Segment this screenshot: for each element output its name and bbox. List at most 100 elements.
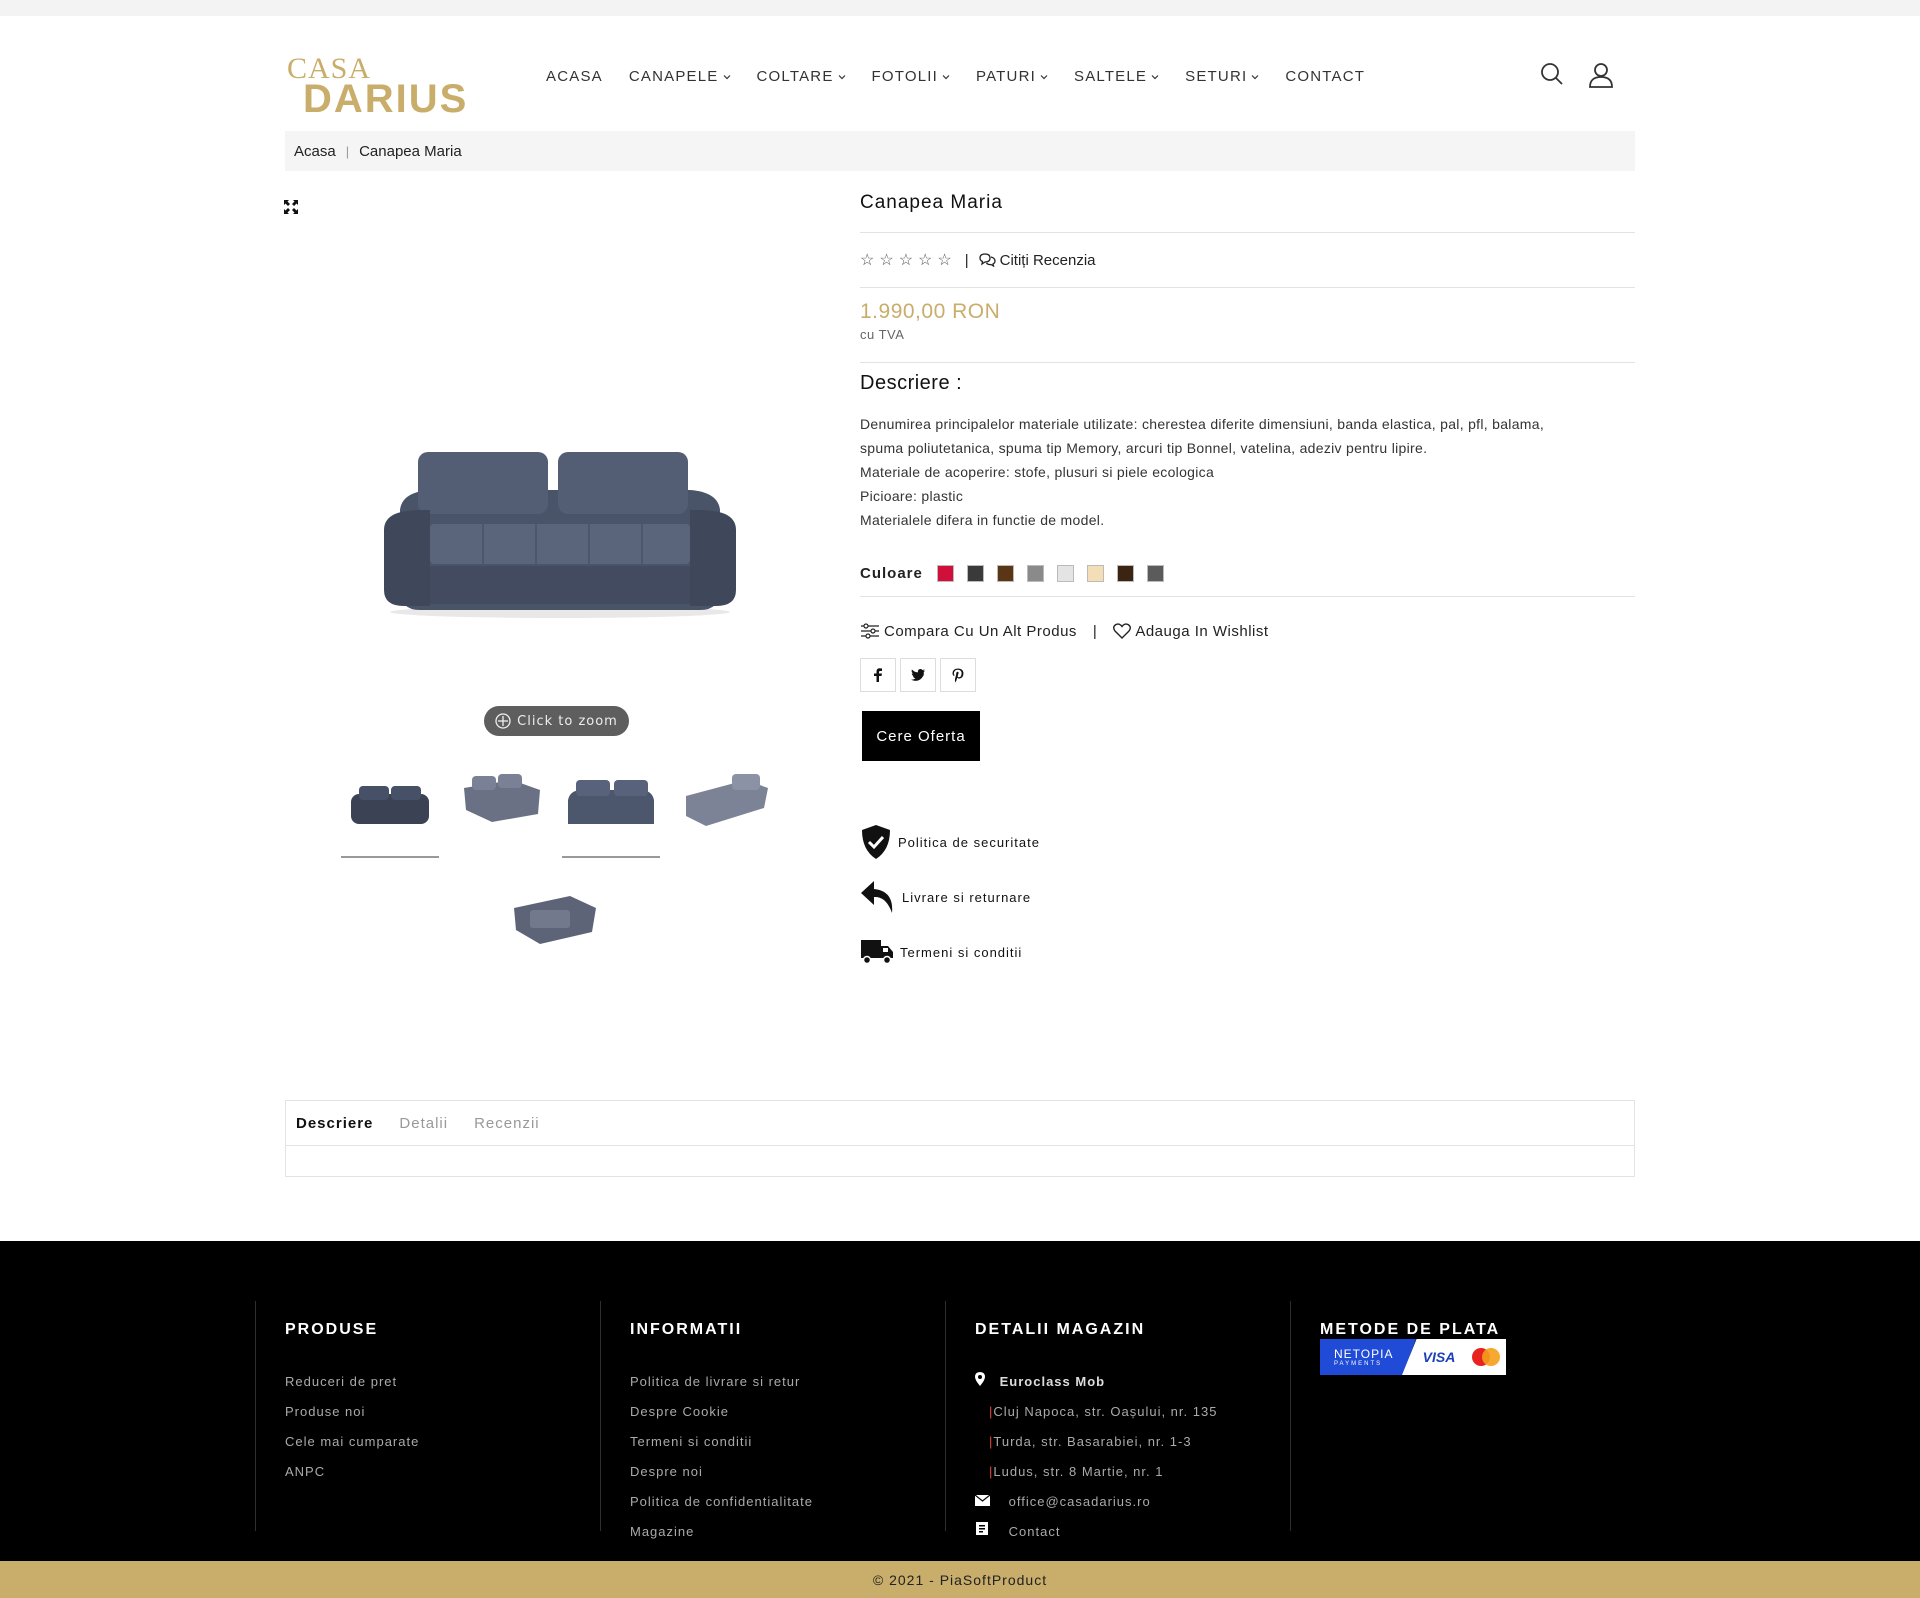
tab-detalii[interactable]: Detalii [399, 1115, 448, 1132]
store-address-text: Cluj Napoca, str. Oașului, nr. 135 [993, 1404, 1218, 1419]
read-reviews-link[interactable]: Citiți Recenzia [1000, 252, 1096, 269]
footer-link[interactable]: Despre noi [630, 1457, 930, 1487]
product-thumbnail[interactable] [506, 880, 604, 950]
breadcrumb: Acasa | Canapea Maria [285, 131, 1635, 171]
color-swatches [936, 565, 1177, 582]
product-actions: Compara Cu Un Alt Produs | Adauga In Wis… [860, 622, 1269, 640]
nav-item-fotolii[interactable]: FOTOLII [872, 68, 950, 85]
footer-link[interactable]: Despre Cookie [630, 1397, 930, 1427]
nav-item-saltele[interactable]: SALTELE [1074, 68, 1159, 85]
footer-link[interactable]: ANPC [285, 1457, 585, 1487]
nav-item-coltare[interactable]: COLTARE [757, 68, 846, 85]
user-icon[interactable] [1588, 62, 1614, 88]
feature-terms[interactable]: Termeni si conditii [860, 938, 1022, 966]
store-email[interactable]: office@casadarius.ro [1009, 1494, 1151, 1509]
nav-item-acasa[interactable]: ACASA [546, 68, 603, 85]
column-divider [945, 1301, 946, 1531]
product-thumbnail[interactable] [676, 766, 774, 836]
delivery-truck-icon [861, 940, 893, 965]
star-icon: ☆ [879, 252, 894, 269]
rating-stars: ☆ ☆ ☆ ☆ ☆ [860, 250, 957, 270]
footer-link[interactable]: Magazine [630, 1517, 930, 1547]
zoom-label: Click to zoom [517, 713, 618, 729]
breadcrumb-home[interactable]: Acasa [294, 143, 336, 160]
footer-link[interactable]: Politica de confidentialitate [630, 1487, 930, 1517]
compare-icon [861, 623, 879, 639]
search-icon[interactable] [1540, 62, 1564, 86]
store-address-text: Turda, str. Basarabiei, nr. 1-3 [993, 1434, 1192, 1449]
pinterest-share-button[interactable] [940, 658, 976, 692]
chevron-down-icon [723, 74, 730, 79]
nav-item-paturi[interactable]: PATURI [976, 68, 1048, 85]
color-swatch[interactable] [1116, 565, 1134, 582]
store-contact-link[interactable]: Contact [1009, 1524, 1061, 1539]
tab-descriere[interactable]: Descriere [296, 1115, 373, 1132]
footer-payment-column: METODE DE PLATA [1290, 1301, 1620, 1531]
color-label: Culoare [860, 565, 923, 582]
feature-delivery-returns[interactable]: Livrare si returnare [860, 879, 1031, 915]
nav-item-seturi[interactable]: SETURI [1185, 68, 1259, 85]
compare-link[interactable]: Compara Cu Un Alt Produs [884, 623, 1077, 640]
store-name: Euroclass Mob [999, 1374, 1106, 1389]
footer-link[interactable]: Cele mai cumparate [285, 1427, 585, 1457]
color-swatch[interactable] [1056, 565, 1074, 582]
description-text: Denumirea principalelor materiale utiliz… [860, 412, 1620, 532]
request-offer-button[interactable]: Cere Oferta [862, 711, 980, 761]
payment-methods-banner: NETOPIA PAYMENTS VISA [1320, 1339, 1520, 1375]
store-email-row[interactable]: office@casadarius.ro [974, 1487, 1275, 1517]
footer-heading: INFORMATII [630, 1321, 743, 1338]
nav-item-canapele[interactable]: CANAPELE [629, 68, 731, 85]
color-swatch[interactable] [1026, 565, 1044, 582]
product-thumbnail[interactable] [562, 770, 660, 840]
breadcrumb-current: Canapea Maria [359, 142, 462, 160]
column-divider [600, 1301, 601, 1531]
copyright-text: © 2021 - PiaSoftProduct [872, 1571, 1048, 1588]
copyright-bar: © 2021 - PiaSoftProduct [0, 1561, 1920, 1598]
expand-icon[interactable] [284, 200, 298, 214]
footer-link[interactable]: Reduceri de pret [285, 1367, 585, 1397]
column-divider [255, 1301, 256, 1531]
nav-item-contact[interactable]: CONTACT [1285, 68, 1365, 85]
color-swatch[interactable] [966, 565, 984, 582]
divider [860, 232, 1635, 233]
divider [860, 287, 1635, 288]
store-name-row: Euroclass Mob [975, 1367, 1275, 1397]
color-swatch[interactable] [1146, 565, 1164, 582]
site-footer: PRODUSE Reduceri de pret Produse noi Cele … [0, 1241, 1920, 1561]
nav-item-label: COLTARE [756, 68, 834, 85]
nav-item-label: PATURI [976, 68, 1036, 85]
wishlist-link[interactable]: Adauga In Wishlist [1135, 623, 1268, 640]
star-icon: ☆ [860, 252, 875, 269]
twitter-share-button[interactable] [900, 658, 936, 692]
rating-separator: | [964, 251, 969, 269]
click-to-zoom-pill[interactable]: Click to zoom [484, 706, 629, 736]
product-thumbnail[interactable] [452, 764, 550, 834]
color-swatch[interactable] [936, 565, 954, 582]
card-logos: VISA [1402, 1339, 1506, 1375]
footer-link[interactable]: Produse noi [285, 1397, 585, 1427]
product-thumbnail[interactable] [341, 772, 439, 842]
facebook-share-button[interactable] [860, 658, 896, 692]
product-price: 1.990,00 RON [860, 300, 1001, 323]
description-line: Denumirea principalelor materiale utiliz… [860, 416, 1545, 432]
casa-darius-logo[interactable]: CASA DARIUS [285, 46, 485, 118]
footer-link[interactable]: Politica de livrare si retur [630, 1367, 930, 1397]
nav-item-label: FOTOLII [871, 68, 938, 85]
color-swatch[interactable] [1086, 565, 1104, 582]
product-rating: ☆ ☆ ☆ ☆ ☆ | Citiți Recenzia [860, 250, 1096, 270]
tab-recenzii[interactable]: Recenzii [474, 1115, 540, 1132]
chevron-down-icon [1040, 74, 1048, 79]
store-contact-row[interactable]: Contact [975, 1517, 1275, 1547]
chevron-down-icon [942, 74, 950, 79]
footer-heading: PRODUSE [285, 1321, 379, 1338]
vat-note: cu TVA [860, 327, 905, 342]
map-pin-icon [975, 1367, 995, 1397]
footer-link[interactable]: Termeni si conditii [630, 1427, 930, 1457]
share-buttons [860, 658, 976, 692]
feature-security[interactable]: Politica de securitate [860, 824, 1040, 860]
nav-item-label: CONTACT [1285, 68, 1366, 85]
divider [860, 362, 1635, 363]
color-swatch[interactable] [996, 565, 1014, 582]
product-main-image[interactable] [370, 440, 750, 630]
top-strip [0, 0, 1920, 16]
